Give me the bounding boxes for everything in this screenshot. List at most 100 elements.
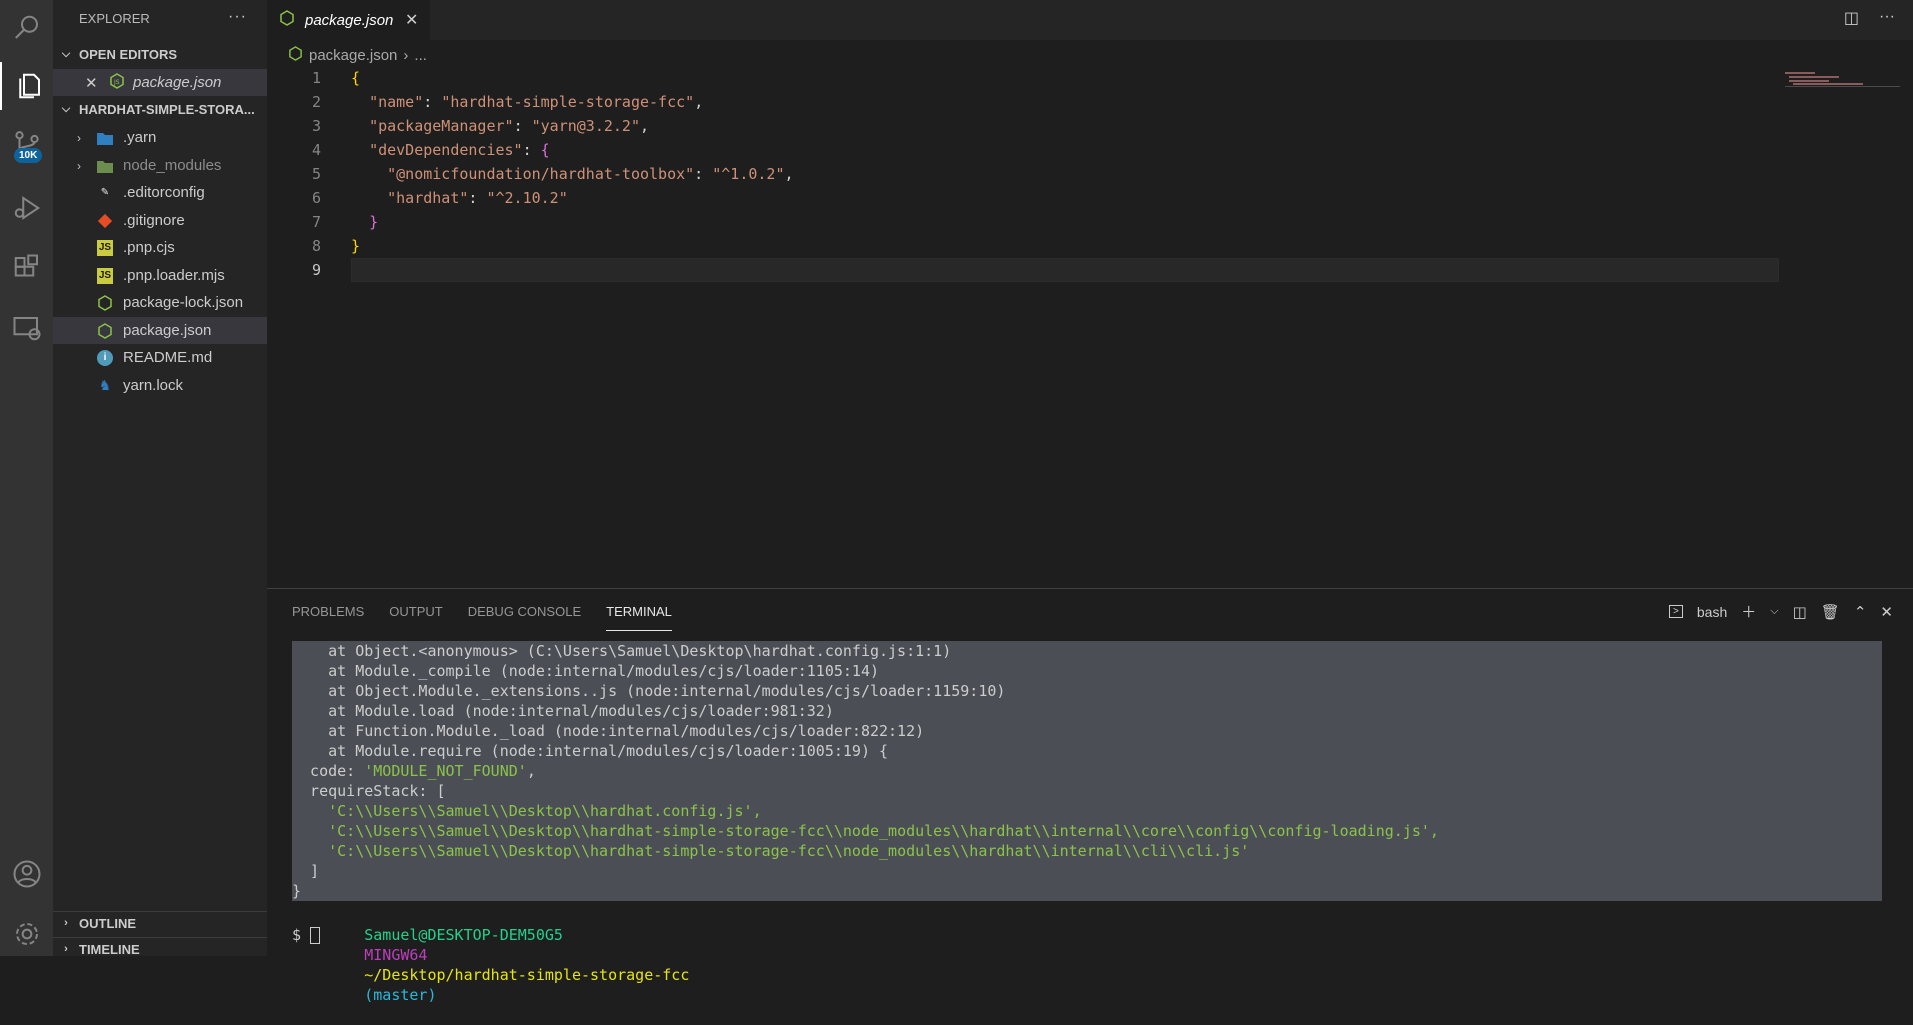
info-icon: i <box>97 349 113 366</box>
line-number: 2 <box>311 93 321 111</box>
close-panel-icon[interactable]: ✕ <box>1880 603 1893 621</box>
folder-header[interactable]: ⌵ HARDHAT-SIMPLE-STORA... <box>53 98 267 120</box>
node-icon: JS <box>109 72 125 93</box>
chevron-right-icon: › <box>77 158 81 173</box>
svg-text:JS: JS <box>113 79 120 86</box>
tree-item-label: package-lock.json <box>123 294 244 311</box>
account-icon[interactable] <box>0 850 53 898</box>
maximize-panel-icon[interactable]: ⌃ <box>1854 603 1867 621</box>
json-key: "devDependencies" <box>369 141 523 159</box>
tab-package-json[interactable]: package.json ✕ <box>267 0 430 40</box>
extensions-icon[interactable] <box>0 244 53 292</box>
current-line-highlight <box>351 258 1779 282</box>
code-line: 3 "packageManager": "yarn@3.2.2", <box>267 114 1777 138</box>
close-icon[interactable]: ✕ <box>405 10 418 30</box>
line-number: 7 <box>311 213 321 231</box>
brace: { <box>351 69 361 87</box>
code-line: 9 <box>267 258 1779 282</box>
chevron-down-icon[interactable]: ⌵ <box>1770 605 1778 618</box>
json-value: "^1.0.2" <box>712 165 785 183</box>
code-line: 2 "name": "hardhat-simple-storage-fcc", <box>267 90 1777 114</box>
code-line: 1 { <box>267 66 1777 90</box>
outline-label: OUTLINE <box>79 915 137 931</box>
tab-label: package.json <box>305 11 394 29</box>
tree-item-package-json[interactable]: package.json <box>53 317 267 344</box>
node-icon <box>279 9 295 31</box>
terminal-line: code: 'MODULE_NOT_FOUND', <box>292 762 536 780</box>
tree-item-editorconfig[interactable]: ✎ .editorconfig <box>53 179 267 206</box>
tree-item-label: .pnp.cjs <box>123 239 175 256</box>
breadcrumb-file[interactable]: package.json <box>309 47 397 64</box>
source-control-badge: 10K <box>14 148 43 163</box>
node-icon <box>97 322 113 339</box>
timeline-header[interactable]: › TIMELINE <box>53 937 267 960</box>
chevron-right-icon: › <box>403 46 409 64</box>
trash-icon[interactable]: 🗑 <box>1821 603 1840 621</box>
settings-gear-icon[interactable] <box>0 910 53 958</box>
editor-tabs: package.json ✕ ◫ ··· <box>267 0 1913 40</box>
open-editors-label: OPEN EDITORS <box>79 46 178 62</box>
terminal-line: 'C:\\Users\\Samuel\\Desktop\\hardhat-sim… <box>292 841 1882 861</box>
shell-name[interactable]: bash <box>1697 604 1727 620</box>
tree-item-gitignore[interactable]: .gitignore <box>53 207 267 234</box>
chevron-right-icon: › <box>77 130 81 145</box>
split-editor-icon[interactable]: ◫ <box>1844 8 1859 28</box>
code-line: 5 "@nomicfoundation/hardhat-toolbox": "^… <box>267 162 1777 186</box>
chevron-down-icon: ⌵ <box>61 47 71 60</box>
js-icon: JS <box>97 239 113 256</box>
panel-actions: > bash ＋ ⌵ ◫ 🗑 ⌃ ✕ <box>1669 601 1893 622</box>
tree-item-node-modules[interactable]: › node_modules <box>53 152 267 179</box>
terminal-line: requireStack: [ <box>292 782 446 800</box>
tree-item-pnp-loader[interactable]: JS .pnp.loader.mjs <box>53 262 267 289</box>
close-icon[interactable]: ✕ <box>85 74 98 92</box>
terminal-line: ] <box>292 862 320 880</box>
tree-item-readme[interactable]: i README.md <box>53 344 267 371</box>
tree-item-label: yarn.lock <box>123 377 184 394</box>
json-key: "name" <box>369 93 424 111</box>
tree-item-yarn-lock[interactable]: ♞ yarn.lock <box>53 372 267 399</box>
node-folder-icon <box>97 158 113 174</box>
yarn-icon: ♞ <box>98 377 112 393</box>
json-key: "packageManager" <box>369 117 514 135</box>
timeline-label: TIMELINE <box>79 941 140 957</box>
minimap[interactable] <box>1785 69 1900 89</box>
terminal-line: at Module.require (node:internal/modules… <box>292 742 889 760</box>
line-number: 4 <box>311 141 321 159</box>
tree-item-package-lock[interactable]: package-lock.json <box>53 289 267 316</box>
code-editor[interactable]: 1 { 2 "name": "hardhat-simple-storage-fc… <box>267 66 1913 586</box>
line-number: 5 <box>311 165 321 183</box>
git-icon <box>97 213 113 229</box>
terminal-line: Samuel@DESKTOP-DEM50G5 MINGW64 ~/Desktop… <box>292 905 1882 1004</box>
code-label: code: <box>292 762 365 780</box>
new-terminal-icon[interactable]: ＋ <box>1741 601 1756 622</box>
node-icon <box>288 45 303 65</box>
tree-item-yarn[interactable]: › .yarn <box>53 124 267 151</box>
open-editor-label: package.json <box>133 74 222 91</box>
prompt-user: Samuel@DESKTOP-DEM50G5 <box>364 926 563 944</box>
open-editors-header[interactable]: ⌵ OPEN EDITORS <box>53 43 267 65</box>
terminal[interactable]: at Object.<anonymous> (C:\Users\Samuel\D… <box>292 641 1882 1004</box>
tab-debug-console[interactable]: DEBUG CONSOLE <box>468 604 581 630</box>
terminal-cursor <box>310 927 321 944</box>
terminal-icon: > <box>1669 605 1683 618</box>
more-actions-icon[interactable]: ··· <box>228 8 247 26</box>
breadcrumb-rest[interactable]: ... <box>414 47 427 64</box>
open-editor-item[interactable]: ✕ JS package.json <box>53 69 267 96</box>
tree-item-pnp-cjs[interactable]: JS .pnp.cjs <box>53 234 267 261</box>
remote-explorer-icon[interactable] <box>0 304 53 352</box>
code-value: 'MODULE_NOT_FOUND' <box>364 762 527 780</box>
tree-item-label: .editorconfig <box>123 184 205 201</box>
more-actions-icon[interactable]: ··· <box>1879 8 1895 28</box>
tab-output[interactable]: OUTPUT <box>389 604 442 630</box>
run-debug-icon[interactable] <box>0 184 53 232</box>
code-line: 7 } <box>267 210 1777 234</box>
tab-terminal[interactable]: TERMINAL <box>606 604 672 631</box>
search-icon[interactable] <box>0 4 53 52</box>
files-icon[interactable] <box>0 62 55 110</box>
outline-header[interactable]: › OUTLINE <box>53 911 267 934</box>
line-number: 3 <box>311 117 321 135</box>
prompt-branch: (master) <box>364 986 437 1004</box>
brace: } <box>351 237 361 255</box>
tab-problems[interactable]: PROBLEMS <box>292 604 364 630</box>
split-terminal-icon[interactable]: ◫ <box>1793 603 1807 621</box>
